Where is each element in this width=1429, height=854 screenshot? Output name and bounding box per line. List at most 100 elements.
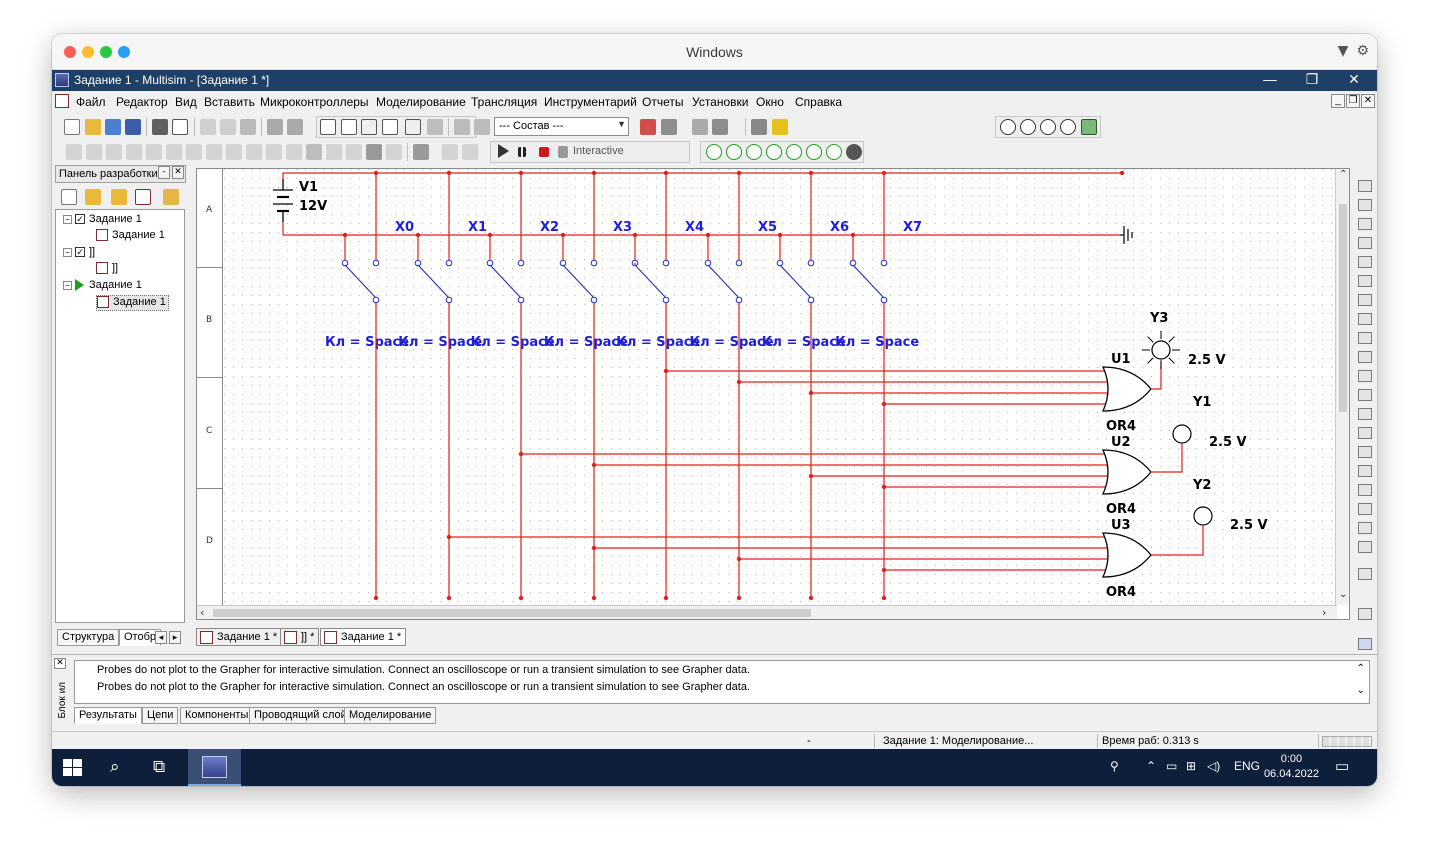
wattmeter-icon[interactable] bbox=[746, 144, 762, 160]
checkbox-icon[interactable]: ✓ bbox=[75, 214, 85, 225]
menu-microcontrollers[interactable]: Микроконтроллеры bbox=[260, 95, 369, 109]
panel-minimize-button[interactable]: - bbox=[158, 166, 170, 179]
start-button[interactable] bbox=[63, 759, 83, 777]
results-scroll-up-icon[interactable]: ⌃ bbox=[1357, 663, 1365, 674]
ttl-icon[interactable] bbox=[166, 144, 182, 160]
new-file-icon[interactable] bbox=[64, 119, 80, 135]
instrument-icon[interactable] bbox=[1358, 370, 1372, 382]
help-icon[interactable] bbox=[772, 119, 788, 135]
mcu-icon[interactable] bbox=[206, 144, 222, 160]
redo-icon[interactable] bbox=[287, 119, 303, 135]
tree-node[interactable]: ]] bbox=[96, 262, 118, 278]
save-design-icon[interactable] bbox=[111, 189, 127, 205]
input-language[interactable]: ENG bbox=[1234, 759, 1260, 773]
diode-icon[interactable] bbox=[106, 144, 122, 160]
collapse-icon[interactable]: − bbox=[63, 214, 72, 224]
instrument-icon[interactable] bbox=[1358, 351, 1372, 363]
bus-icon[interactable] bbox=[413, 144, 429, 160]
transfer-icon[interactable] bbox=[692, 119, 708, 135]
print-icon[interactable] bbox=[152, 119, 168, 135]
instrument-icon[interactable] bbox=[1358, 218, 1372, 230]
restore-button[interactable]: ❐ bbox=[1297, 71, 1327, 88]
scroll-down-icon[interactable]: ⌄ bbox=[1339, 589, 1347, 600]
instrument-icon[interactable] bbox=[1358, 541, 1372, 553]
menu-reports[interactable]: Отчеты bbox=[642, 95, 683, 109]
checkbox-icon[interactable]: ✓ bbox=[75, 247, 85, 258]
database-icon[interactable] bbox=[361, 119, 377, 135]
wire-icon[interactable] bbox=[442, 144, 458, 160]
stop-simulation-icon[interactable] bbox=[539, 147, 549, 157]
zoom-area-icon[interactable] bbox=[1040, 119, 1056, 135]
find-icon[interactable] bbox=[751, 119, 767, 135]
interactive-mode-icon[interactable] bbox=[558, 146, 568, 158]
instrument-icon[interactable] bbox=[1358, 389, 1372, 401]
zoom-in-icon[interactable] bbox=[1000, 119, 1016, 135]
assembly-combo[interactable]: --- Состав --- ▼ bbox=[494, 117, 629, 136]
interactive-mode-label[interactable]: Interactive bbox=[573, 145, 624, 157]
search-icon[interactable]: ⌕ bbox=[110, 757, 120, 777]
document-icon[interactable] bbox=[55, 94, 69, 108]
open-folder-icon[interactable] bbox=[85, 119, 101, 135]
instrument-icon[interactable] bbox=[1358, 408, 1372, 420]
results-scroll-down-icon[interactable]: ⌄ bbox=[1357, 685, 1365, 696]
misc-icon[interactable] bbox=[286, 144, 302, 160]
word-generator-icon[interactable] bbox=[806, 144, 822, 160]
tree-node-selected[interactable]: Задание 1 bbox=[96, 295, 169, 311]
instrument-icon[interactable] bbox=[1358, 446, 1372, 458]
postprocessor-icon[interactable] bbox=[405, 119, 421, 135]
schematic-canvas[interactable]: V1 12V X0 Кл = Space X1 Кл = Space X2 Кл = Sp… bbox=[224, 169, 1335, 605]
close-button[interactable]: ✕ bbox=[1339, 71, 1369, 88]
layer-settings-icon[interactable] bbox=[163, 189, 179, 205]
tab-scroll-right-icon[interactable]: ▸ bbox=[169, 631, 181, 644]
back-annotate-icon[interactable] bbox=[661, 119, 677, 135]
horizontal-scroll-thumb[interactable] bbox=[213, 609, 811, 617]
tree-node[interactable]: − ✓]] bbox=[63, 246, 95, 262]
paste-icon[interactable] bbox=[240, 119, 256, 135]
probe-icon[interactable] bbox=[462, 144, 478, 160]
instrument-icon[interactable] bbox=[1358, 180, 1372, 192]
multimeter-icon[interactable] bbox=[706, 144, 722, 160]
tab-nets[interactable]: Цепи bbox=[142, 707, 179, 724]
menu-tools[interactable]: Инструментарий bbox=[544, 95, 637, 109]
zoom-fit-icon[interactable] bbox=[1060, 119, 1076, 135]
mdi-close-button[interactable]: ✕ bbox=[1361, 94, 1375, 108]
people-icon[interactable]: ⚲ bbox=[1110, 759, 1119, 773]
tab-scroll-left-icon[interactable]: ◂ bbox=[155, 631, 167, 644]
tab-structure[interactable]: Структура bbox=[57, 629, 120, 646]
menu-file[interactable]: Файл bbox=[76, 95, 106, 109]
instrument-icon[interactable] bbox=[1358, 199, 1372, 211]
tree-node[interactable]: Задание 1 bbox=[96, 229, 165, 245]
electromechanical-icon[interactable] bbox=[326, 144, 342, 160]
analog-icon[interactable] bbox=[146, 144, 162, 160]
instrument-icon[interactable] bbox=[1358, 503, 1372, 515]
pause-simulation-icon[interactable] bbox=[518, 147, 526, 157]
instrument-icon[interactable] bbox=[1358, 638, 1372, 650]
settings-gear-icon[interactable] bbox=[846, 144, 862, 160]
sheet-tab[interactable]: ]] * bbox=[280, 628, 320, 646]
tray-expand-icon[interactable]: ⌃ bbox=[1146, 759, 1156, 773]
transistor-icon[interactable] bbox=[126, 144, 142, 160]
cut-icon[interactable] bbox=[200, 119, 216, 135]
full-screen-icon[interactable] bbox=[1081, 119, 1097, 135]
indicator-icon[interactable] bbox=[246, 144, 262, 160]
menu-simulate[interactable]: Моделирование bbox=[376, 95, 466, 109]
mixed-icon[interactable] bbox=[226, 144, 242, 160]
instrument-icon[interactable] bbox=[1358, 484, 1372, 496]
ni-icon[interactable] bbox=[346, 144, 362, 160]
undo-icon[interactable] bbox=[267, 119, 283, 135]
clock[interactable]: 0:00 06.04.2022 bbox=[1264, 752, 1319, 782]
multisim-taskbar-button[interactable] bbox=[188, 749, 241, 786]
power-icon[interactable] bbox=[266, 144, 282, 160]
tab-simulation[interactable]: Моделирование bbox=[344, 707, 437, 724]
collapse-icon[interactable]: − bbox=[63, 247, 72, 257]
collapse-icon[interactable]: − bbox=[63, 280, 72, 290]
logic-analyzer-icon[interactable] bbox=[826, 144, 842, 160]
panel-close-button[interactable]: ✕ bbox=[172, 166, 184, 179]
replace-icon[interactable] bbox=[474, 119, 490, 135]
connector-icon[interactable] bbox=[366, 144, 382, 160]
instrument-icon[interactable] bbox=[1358, 522, 1372, 534]
instrument-icon[interactable] bbox=[1358, 275, 1372, 287]
oscilloscope-icon[interactable] bbox=[766, 144, 782, 160]
menu-view[interactable]: Вид bbox=[175, 95, 197, 109]
dropdown-icon[interactable]: ▼ bbox=[1338, 43, 1349, 59]
